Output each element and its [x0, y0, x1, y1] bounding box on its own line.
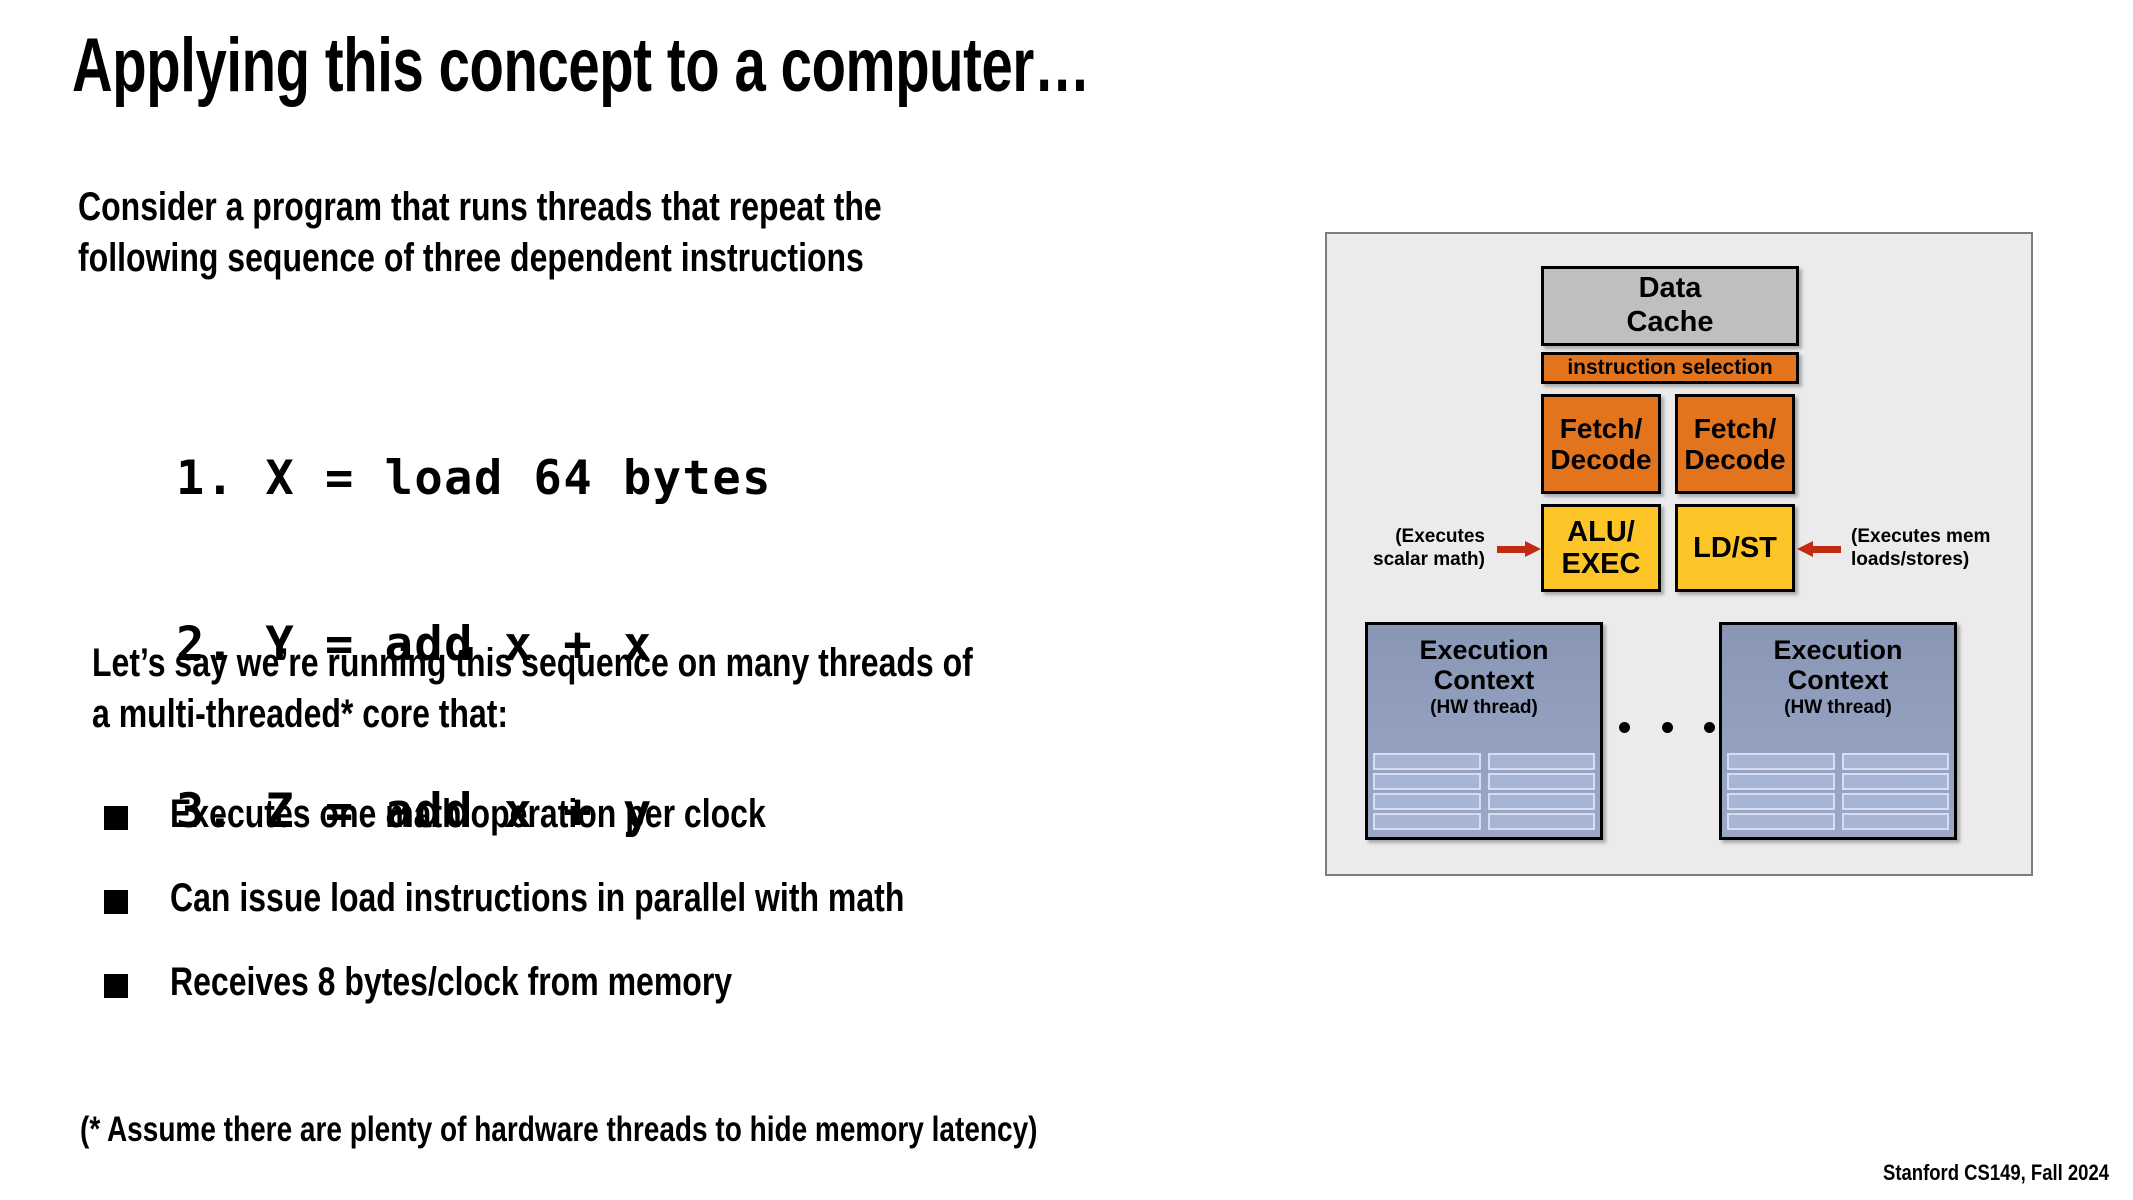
- list-item: 1. X = load 64 bytes: [176, 450, 772, 506]
- execution-context-subtitle: (HW thread): [1430, 697, 1538, 719]
- register-cell: [1727, 793, 1835, 810]
- ld-st-block: LD/ST: [1675, 504, 1795, 592]
- dot-icon: [1661, 722, 1673, 733]
- register-cell: [1373, 773, 1481, 790]
- arrow-right-icon: [1497, 540, 1541, 557]
- register-cell: [1373, 793, 1481, 810]
- register-cell: [1727, 773, 1835, 790]
- execution-context-subtitle: (HW thread): [1784, 697, 1892, 719]
- register-cell: [1373, 753, 1481, 770]
- list-item: Receives 8 bytes/clock from memory: [104, 958, 1088, 1042]
- alu-annotation-label: (Executes scalar math): [1373, 526, 1485, 570]
- register-column: [1841, 753, 1949, 830]
- list-item-label: Executes one math operation per clock: [170, 792, 766, 836]
- square-bullet-icon: [104, 806, 128, 830]
- execution-context-title: Execution Context: [1419, 635, 1549, 696]
- execution-context-title: Execution Context: [1773, 635, 1903, 696]
- register-cell: [1841, 773, 1949, 790]
- execution-context-block: Execution Context (HW thread): [1365, 622, 1603, 840]
- register-cell: [1487, 813, 1595, 830]
- list-item: Can issue load instructions in parallel …: [104, 874, 1088, 958]
- register-file-grid: [1373, 753, 1595, 830]
- register-cell: [1727, 813, 1835, 830]
- ellipsis-indicator: [1619, 722, 1715, 733]
- register-column: [1373, 753, 1481, 830]
- square-bullet-icon: [104, 890, 128, 914]
- ldst-annotation: (Executes mem loads/stores): [1797, 526, 2007, 572]
- core-diagram: Data Cache instruction selection Fetch/ …: [1325, 232, 2033, 876]
- alu-exec-block: ALU/ EXEC: [1541, 504, 1661, 592]
- fetch-decode-block: Fetch/ Decode: [1675, 394, 1795, 494]
- list-item-label: Receives 8 bytes/clock from memory: [170, 960, 733, 1004]
- slide-attribution: Stanford CS149, Fall 2024: [1883, 1160, 2109, 1185]
- register-cell: [1487, 753, 1595, 770]
- list-item: Executes one math operation per clock: [104, 790, 1088, 874]
- core-capabilities-list: Executes one math operation per clock Ca…: [104, 790, 1088, 1042]
- footnote: (* Assume there are plenty of hardware t…: [80, 1110, 1038, 1149]
- register-cell: [1841, 793, 1949, 810]
- premise-paragraph: Let’s say we’re running this sequence on…: [92, 641, 973, 737]
- dot-icon: [1619, 722, 1630, 733]
- register-cell: [1487, 773, 1595, 790]
- list-item-label: Can issue load instructions in parallel …: [170, 876, 905, 920]
- execution-context-block: Execution Context (HW thread): [1719, 622, 1957, 840]
- data-cache-block: Data Cache: [1541, 266, 1799, 346]
- square-bullet-icon: [104, 974, 128, 998]
- register-cell: [1841, 813, 1949, 830]
- register-cell: [1727, 753, 1835, 770]
- alu-annotation: (Executes scalar math): [1349, 526, 1541, 572]
- register-cell: [1841, 753, 1949, 770]
- register-cell: [1373, 813, 1481, 830]
- register-column: [1487, 753, 1595, 830]
- slide-body-column: Consider a program that runs threads tha…: [0, 0, 1300, 1200]
- instruction-selection-block: instruction selection: [1541, 352, 1799, 384]
- fetch-decode-block: Fetch/ Decode: [1541, 394, 1661, 494]
- intro-paragraph: Consider a program that runs threads tha…: [78, 185, 882, 281]
- register-file-grid: [1727, 753, 1949, 830]
- register-cell: [1487, 793, 1595, 810]
- register-column: [1727, 753, 1835, 830]
- dot-icon: [1704, 722, 1715, 733]
- arrow-left-icon: [1797, 540, 1841, 557]
- ldst-annotation-label: (Executes mem loads/stores): [1851, 526, 1991, 570]
